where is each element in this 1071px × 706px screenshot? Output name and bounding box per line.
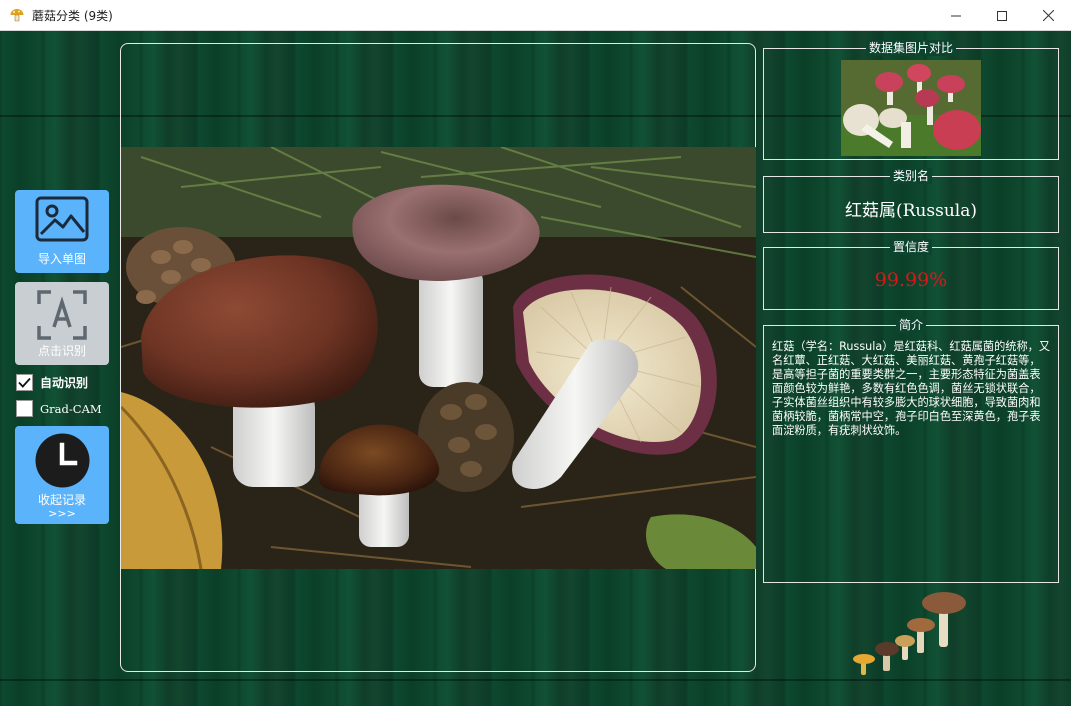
close-button[interactable] [1025, 0, 1071, 31]
intro-title: 简介 [895, 317, 927, 333]
plank-seam [0, 679, 1071, 681]
import-image-label: 导入单图 [37, 252, 86, 266]
mushroom-photo [121, 147, 756, 569]
minimize-icon [951, 6, 961, 25]
recognize-button[interactable]: 点击识别 [15, 282, 109, 365]
class-name-value: 红菇属(Russula) [845, 201, 977, 221]
confidence-title: 置信度 [889, 239, 933, 255]
confidence-value: 99.99% [874, 269, 948, 291]
gradcam-checkbox[interactable]: Grad-CAM [16, 400, 102, 417]
clock-icon [35, 433, 90, 491]
maximize-icon [997, 6, 1007, 25]
maximize-button[interactable] [979, 0, 1025, 31]
confidence-panel: 置信度 99.99% [763, 239, 1059, 310]
collapse-history-label: 收起记录 [37, 493, 86, 507]
title-bar: 蘑菇分类 (9类) [0, 0, 1071, 31]
mushroom-icon [9, 7, 25, 23]
scan-text-icon [37, 290, 87, 343]
auto-recognize-box[interactable] [16, 374, 33, 391]
image-display-frame [120, 43, 756, 672]
import-image-button[interactable]: 导入单图 [15, 190, 109, 273]
close-icon [1042, 6, 1054, 25]
auto-recognize-label: 自动识别 [40, 376, 89, 390]
image-icon [35, 196, 89, 245]
recognize-label: 点击识别 [37, 344, 86, 358]
auto-recognize-checkbox[interactable]: 自动识别 [16, 374, 88, 391]
intro-text: 红菇（学名：Russula）是红菇科、红菇属菌的统称，又名红蕈、正红菇、大红菇、… [772, 340, 1051, 437]
gradcam-box[interactable] [16, 400, 33, 417]
dataset-compare-panel: 数据集图片对比 [763, 40, 1059, 160]
main-window: 导入单图 点击识别 自动识别 Grad-CAM 收起记录 >>> 数据集图片对比… [0, 31, 1071, 706]
minimize-button[interactable] [933, 0, 979, 31]
collapse-history-arrow: >>> [48, 507, 76, 520]
dataset-compare-title: 数据集图片对比 [865, 40, 957, 56]
window-controls [933, 0, 1071, 31]
gradcam-label: Grad-CAM [40, 401, 102, 416]
intro-panel: 简介 红菇（学名：Russula）是红菇科、红菇属菌的统称，又名红蕈、正红菇、大… [763, 317, 1059, 583]
mushroom-decoration-icon [850, 589, 970, 679]
class-name-title: 类别名 [889, 168, 933, 184]
window-title: 蘑菇分类 (9类) [32, 8, 113, 23]
dataset-sample-image [841, 60, 981, 156]
collapse-history-button[interactable]: 收起记录 >>> [15, 426, 109, 524]
checkmark-icon [18, 377, 31, 388]
class-name-panel: 类别名 红菇属(Russula) [763, 168, 1059, 233]
